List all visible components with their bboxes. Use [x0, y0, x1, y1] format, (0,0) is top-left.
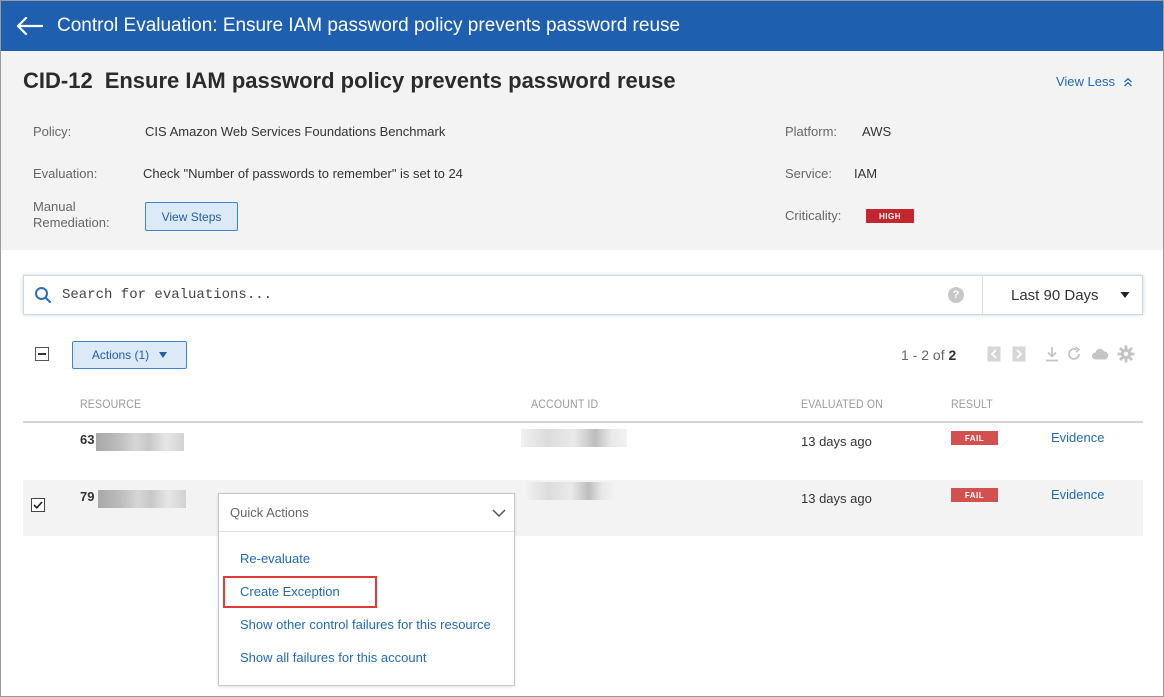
previous-page-icon[interactable]	[985, 345, 1003, 363]
double-chevron-up-icon	[1124, 77, 1132, 86]
evidence-link[interactable]: Evidence	[1051, 487, 1104, 502]
evidence-link[interactable]: Evidence	[1051, 430, 1104, 445]
refresh-icon[interactable]	[1065, 345, 1083, 363]
redacted-resource-id	[96, 433, 184, 451]
policy-label: Policy:	[33, 124, 72, 139]
search-bar: ? Last 90 Days	[23, 275, 1143, 315]
date-range-dropdown[interactable]: Last 90 Days	[982, 276, 1142, 314]
help-icon[interactable]: ?	[948, 287, 964, 303]
app-window: Control Evaluation: Ensure IAM password …	[0, 0, 1164, 697]
evaluation-value: Check "Number of passwords to remember" …	[143, 166, 463, 181]
result-badge: FAIL	[951, 488, 998, 502]
date-range-value: Last 90 Days	[1011, 286, 1099, 304]
view-less-link[interactable]: View Less	[1056, 74, 1133, 89]
column-header-account-id[interactable]: ACCOUNT ID	[531, 397, 598, 411]
select-all-checkbox[interactable]	[35, 347, 49, 361]
criticality-label: Criticality:	[785, 208, 842, 223]
pagination-total: 2	[948, 347, 957, 363]
table-row[interactable]: 79 13 days ago FAIL Evidence	[23, 480, 1143, 536]
download-icon[interactable]	[1043, 345, 1061, 363]
minus-icon	[38, 353, 46, 355]
pagination-range: 1 - 2 of	[901, 347, 945, 363]
column-header-resource[interactable]: RESOURCE	[80, 397, 141, 411]
manual-remediation-label: Manual Remediation:	[33, 199, 110, 231]
search-icon	[24, 276, 62, 314]
manual-remediation-label-line2: Remediation:	[33, 215, 110, 230]
top-bar: Control Evaluation: Ensure IAM password …	[1, 1, 1163, 51]
control-id: CID-12	[23, 68, 93, 93]
manual-remediation-label-line1: Manual	[33, 199, 76, 214]
view-steps-button[interactable]: View Steps	[145, 202, 238, 231]
resource-id-prefix: 79	[80, 489, 95, 504]
evaluated-on: 13 days ago	[801, 491, 872, 506]
column-header-result[interactable]: RESULT	[951, 397, 993, 411]
control-title: CID-12 Ensure IAM password policy prevent…	[23, 68, 676, 94]
caret-down-icon	[1120, 292, 1130, 298]
page-title: Control Evaluation: Ensure IAM password …	[57, 15, 681, 36]
redacted-resource-id	[98, 490, 186, 508]
pagination-info: 1 - 2 of 2	[901, 347, 956, 363]
cloud-icon[interactable]	[1091, 345, 1109, 363]
menu-item-re-evaluate[interactable]: Re-evaluate	[240, 551, 310, 566]
table-row[interactable]: 63 13 days ago FAIL Evidence	[23, 423, 1143, 479]
caret-down-icon	[159, 352, 168, 358]
checkmark-icon	[33, 501, 43, 509]
criticality-badge: HIGH	[866, 209, 914, 223]
actions-dropdown-button[interactable]: Actions (1)	[72, 341, 187, 369]
settings-gear-icon[interactable]	[1117, 345, 1135, 363]
view-less-label: View Less	[1055, 74, 1115, 89]
quick-actions-title: Quick Actions	[230, 505, 309, 520]
back-arrow-icon[interactable]	[1, 1, 57, 51]
next-page-icon[interactable]	[1010, 345, 1028, 363]
redacted-account-id	[521, 429, 627, 447]
control-name: Ensure IAM password policy prevents pass…	[104, 68, 676, 93]
control-summary: CID-12 Ensure IAM password policy prevent…	[1, 51, 1163, 250]
resource-id-prefix: 63	[80, 432, 95, 447]
policy-value: CIS Amazon Web Services Foundations Benc…	[145, 124, 446, 139]
platform-value: AWS	[862, 124, 892, 139]
service-value: IAM	[854, 166, 878, 181]
row-checkbox[interactable]	[31, 498, 45, 512]
chevron-down-icon	[492, 508, 506, 517]
search-input[interactable]	[62, 276, 948, 314]
quick-actions-menu: Quick Actions Re-evaluate Create Excepti…	[218, 493, 515, 686]
platform-label: Platform:	[785, 124, 838, 139]
quick-actions-dropdown[interactable]: Quick Actions	[219, 494, 514, 532]
evaluated-on: 13 days ago	[801, 434, 872, 449]
service-label: Service:	[785, 166, 832, 181]
menu-item-create-exception[interactable]: Create Exception	[240, 584, 340, 599]
result-badge: FAIL	[951, 431, 998, 445]
actions-label: Actions (1)	[91, 348, 150, 362]
menu-item-show-account-failures[interactable]: Show all failures for this account	[240, 650, 426, 665]
column-header-evaluated-on[interactable]: EVALUATED ON	[801, 397, 883, 411]
redacted-account-id	[527, 482, 615, 500]
evaluation-label: Evaluation:	[33, 166, 98, 181]
menu-item-show-control-failures[interactable]: Show other control failures for this res…	[240, 617, 491, 632]
